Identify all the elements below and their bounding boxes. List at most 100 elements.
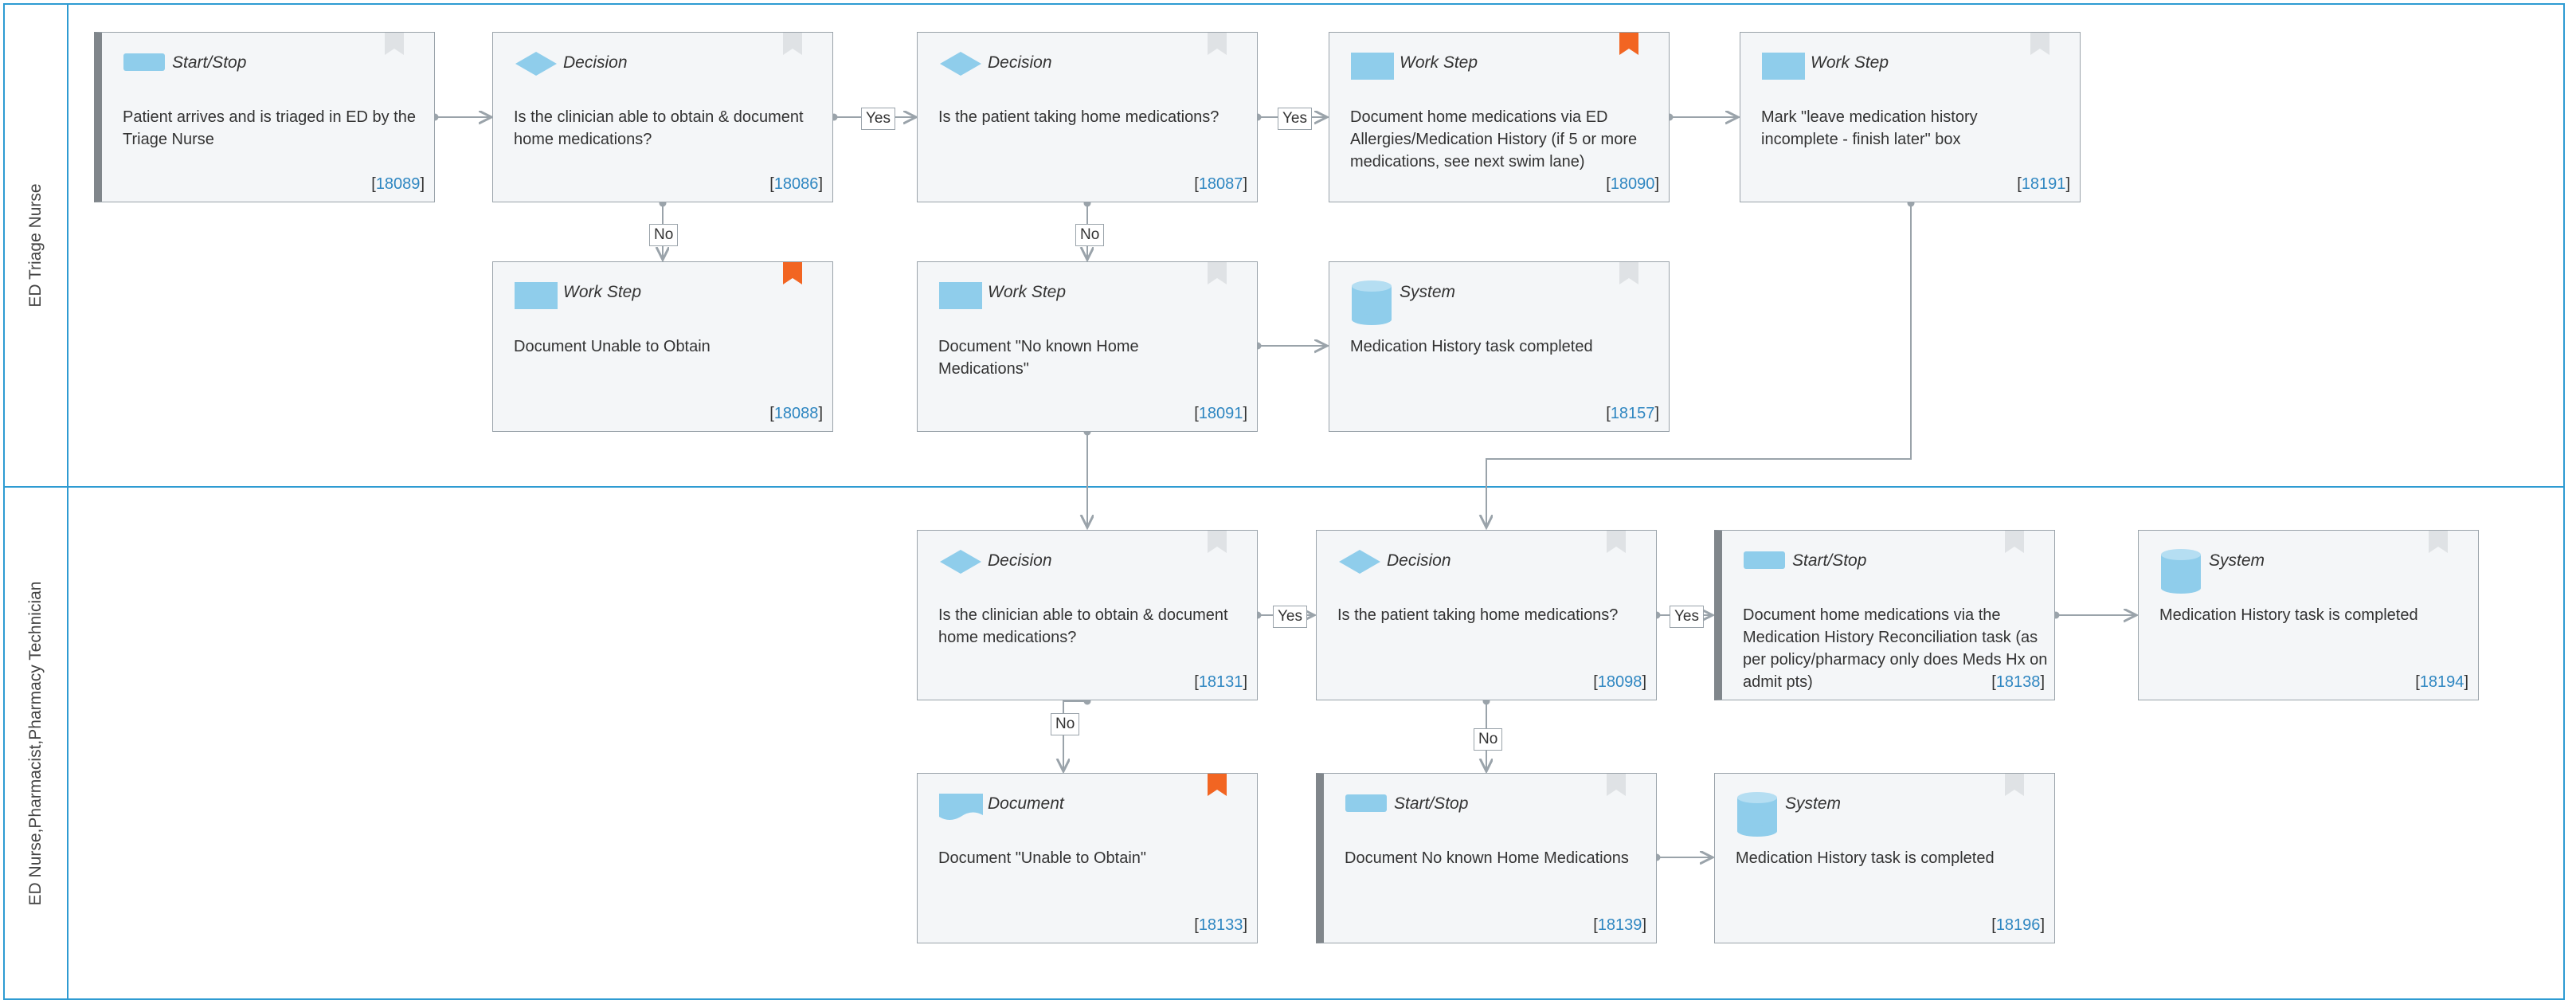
step-text: Is the patient taking home medications?: [938, 108, 1219, 126]
bookmark-icon[interactable]: [2005, 774, 2026, 802]
step-type: Work Step: [1400, 53, 1478, 72]
bookmark-icon[interactable]: [783, 33, 804, 61]
step-text: Document "Unable to Obtain": [938, 849, 1147, 867]
work-step-card[interactable]: Work Step Document "No known Home Medica…: [917, 261, 1258, 432]
step-text: Document "No known Home Medications": [938, 338, 1139, 378]
bookmark-icon[interactable]: [1619, 262, 1640, 290]
bookmark-icon[interactable]: [385, 33, 405, 61]
bookmark-icon[interactable]: [1607, 531, 1627, 559]
step-id-link[interactable]: 18157: [1611, 405, 1655, 422]
document-card[interactable]: Document Document "Unable to Obtain" [18…: [917, 773, 1258, 943]
connector: [1063, 700, 1087, 771]
step-id: [18191]: [2017, 175, 2070, 193]
step-id: [18088]: [769, 405, 823, 422]
step-id: [18091]: [1194, 405, 1247, 422]
connector-label-yes: Yes: [1670, 606, 1704, 628]
bookmark-icon-flagged[interactable]: [1208, 774, 1228, 802]
connector-label-yes: Yes: [1273, 606, 1307, 628]
step-text: Document No known Home Medications: [1345, 849, 1629, 867]
bookmark-icon[interactable]: [1208, 531, 1228, 559]
bookmark-icon[interactable]: [2030, 33, 2051, 61]
step-id: [18098]: [1593, 673, 1646, 691]
start-stop-icon: [1743, 548, 1786, 576]
step-text: Mark "leave medication history incomplet…: [1761, 108, 1978, 148]
step-id: [18194]: [2415, 673, 2468, 691]
system-card[interactable]: System Medication History task is comple…: [1714, 773, 2055, 943]
step-id-link[interactable]: 18090: [1611, 175, 1655, 193]
bookmark-icon[interactable]: [1607, 774, 1627, 802]
step-text: Document Unable to Obtain: [514, 338, 711, 355]
step-id-link[interactable]: 18091: [1199, 405, 1243, 422]
connector-label-no: No: [1474, 728, 1503, 751]
work-step-icon: [938, 280, 983, 316]
bookmark-icon[interactable]: [2005, 531, 2026, 559]
work-step-icon: [1350, 50, 1395, 86]
step-id: [18139]: [1593, 916, 1646, 934]
step-id: [18131]: [1194, 673, 1247, 691]
step-type: Start/Stop: [1394, 794, 1469, 813]
step-id-link[interactable]: 18086: [774, 175, 819, 193]
step-id: [18133]: [1194, 916, 1247, 934]
step-id-link[interactable]: 18191: [2022, 175, 2066, 193]
step-id: [18138]: [1991, 673, 2045, 691]
work-step-card[interactable]: Work Step Mark "leave medication history…: [1740, 32, 2081, 202]
step-type: Decision: [563, 53, 628, 72]
step-id-link[interactable]: 18138: [1996, 673, 2041, 691]
process-step-card[interactable]: Start/Stop Document No known Home Medica…: [1316, 773, 1657, 943]
step-id: [18157]: [1606, 405, 1659, 422]
step-type: Document: [988, 794, 1064, 813]
bookmark-icon[interactable]: [1208, 33, 1228, 61]
step-type: System: [1785, 794, 1842, 813]
work-step-icon: [514, 280, 558, 316]
step-text: Medication History task is completed: [1736, 849, 1995, 867]
decision-icon: [1337, 548, 1382, 579]
step-id-link[interactable]: 18088: [774, 405, 819, 422]
connector-label-no: No: [1051, 713, 1080, 735]
step-id-link[interactable]: 18098: [1598, 673, 1642, 691]
decision-icon: [938, 50, 983, 81]
system-card[interactable]: System Medication History task completed…: [1329, 261, 1670, 432]
work-step-card[interactable]: Work Step Document Unable to Obtain [180…: [492, 261, 833, 432]
decision-card[interactable]: Decision Is the patient taking home medi…: [917, 32, 1258, 202]
bookmark-icon-flagged[interactable]: [783, 262, 804, 290]
connector-label-no: No: [649, 224, 679, 246]
decision-icon: [938, 548, 983, 579]
decision-card[interactable]: Decision Is the patient taking home medi…: [1316, 530, 1657, 700]
step-id-link[interactable]: 18194: [2420, 673, 2464, 691]
step-type: System: [2209, 551, 2265, 570]
step-type: Decision: [988, 53, 1052, 72]
start-stop-icon: [123, 50, 166, 78]
document-icon: [938, 791, 985, 827]
database-icon: [2159, 548, 2204, 598]
step-id-link[interactable]: 18131: [1199, 673, 1243, 691]
step-id-link[interactable]: 18133: [1199, 916, 1243, 934]
step-id-link[interactable]: 18196: [1996, 916, 2041, 934]
step-text: Is the patient taking home medications?: [1337, 606, 1619, 624]
bookmark-icon[interactable]: [1208, 262, 1228, 290]
bookmark-icon-flagged[interactable]: [1619, 33, 1640, 61]
start-stop-icon: [1345, 791, 1388, 819]
step-type: Start/Stop: [172, 53, 247, 72]
step-type: System: [1400, 283, 1456, 301]
system-card[interactable]: System Medication History task is comple…: [2138, 530, 2479, 700]
step-id: [18086]: [769, 175, 823, 193]
connector-label-no: No: [1075, 224, 1105, 246]
bookmark-icon[interactable]: [2429, 531, 2449, 559]
step-id: [18089]: [371, 175, 425, 193]
step-id-link[interactable]: 18087: [1199, 175, 1243, 193]
database-icon: [1736, 791, 1780, 841]
work-step-card[interactable]: Work Step Document home medications via …: [1329, 32, 1670, 202]
work-step-icon: [1761, 50, 1806, 86]
step-type: Decision: [988, 551, 1052, 570]
step-id: [18087]: [1194, 175, 1247, 193]
step-type: Decision: [1387, 551, 1451, 570]
decision-card[interactable]: Decision Is the clinician able to obtain…: [492, 32, 833, 202]
process-step-card[interactable]: Start/Stop Patient arrives and is triage…: [94, 32, 435, 202]
step-id-link[interactable]: 18089: [376, 175, 421, 193]
process-step-card[interactable]: Start/Stop Document home medications via…: [1714, 530, 2055, 700]
decision-card[interactable]: Decision Is the clinician able to obtain…: [917, 530, 1258, 700]
step-type: Work Step: [563, 283, 642, 301]
step-text: Medication History task completed: [1350, 338, 1593, 355]
step-type: Start/Stop: [1792, 551, 1867, 570]
step-id-link[interactable]: 18139: [1598, 916, 1642, 934]
